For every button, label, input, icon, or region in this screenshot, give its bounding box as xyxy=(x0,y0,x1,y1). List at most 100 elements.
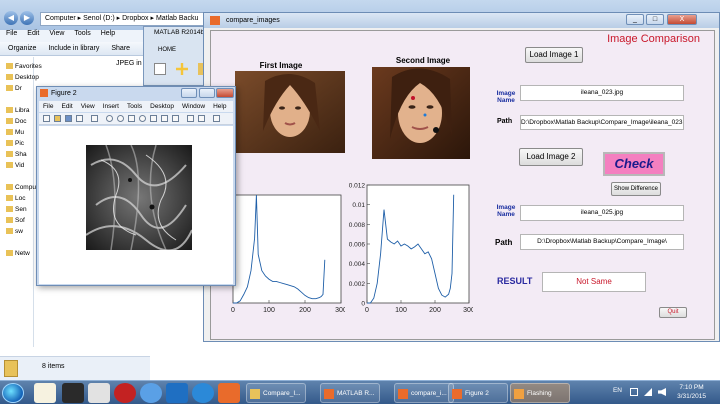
menu-file[interactable]: File xyxy=(43,101,53,112)
nav-item[interactable]: Libra xyxy=(6,107,29,114)
zoom-out-icon[interactable] xyxy=(117,115,124,122)
share-button[interactable]: Share xyxy=(111,42,130,55)
show-difference-button[interactable]: Show Difference xyxy=(611,182,661,196)
new-figure-icon[interactable] xyxy=(43,115,50,122)
x-tick-label: 300 xyxy=(463,307,473,314)
rotate-icon[interactable] xyxy=(139,115,146,122)
breadcrumb-0[interactable]: Computer xyxy=(45,15,76,22)
menu-view[interactable]: View xyxy=(81,101,95,112)
breadcrumb-3[interactable]: Matlab Backu xyxy=(156,15,198,22)
colorbar-icon[interactable] xyxy=(187,115,194,122)
legend-icon[interactable] xyxy=(198,115,205,122)
task-matlab[interactable]: MATLAB R... xyxy=(320,383,380,403)
minimize-button[interactable]: _ xyxy=(626,14,644,25)
acrobat-icon[interactable] xyxy=(114,383,136,403)
menu-insert[interactable]: Insert xyxy=(103,101,119,112)
close-button[interactable] xyxy=(216,88,234,98)
clock[interactable]: 7:10 PM 3/31/2015 xyxy=(677,383,706,401)
save-icon[interactable] xyxy=(65,115,72,122)
property-editor-icon[interactable] xyxy=(213,115,220,122)
print-icon[interactable] xyxy=(76,115,83,122)
new-icon[interactable] xyxy=(176,63,188,75)
check-button[interactable]: Check xyxy=(603,152,665,176)
include-in-library-button[interactable]: Include in library xyxy=(48,42,99,55)
maximize-button[interactable] xyxy=(199,88,215,98)
link-icon[interactable] xyxy=(172,115,179,122)
matlab-fig-icon xyxy=(452,389,462,399)
nav-item[interactable]: sw xyxy=(6,228,23,235)
pointer-icon[interactable] xyxy=(91,115,98,122)
maximize-button[interactable]: □ xyxy=(646,14,664,25)
breadcrumb-1[interactable]: Senol (D:) xyxy=(83,15,115,22)
nav-item[interactable]: Sen xyxy=(6,206,27,213)
nav-item[interactable]: Favorites xyxy=(6,63,42,70)
breadcrumb-2[interactable]: Dropbox xyxy=(122,15,148,22)
organize-button[interactable]: Organize xyxy=(8,42,36,55)
nav-item[interactable]: Compu xyxy=(6,184,36,191)
load-image-1-button[interactable]: Load Image 1 xyxy=(525,47,583,63)
film-icon[interactable] xyxy=(62,383,84,403)
new-script-icon[interactable] xyxy=(154,63,166,75)
image2-name-label: Image Name xyxy=(496,204,516,218)
nav-item[interactable]: Sof xyxy=(6,217,25,224)
menu-desktop[interactable]: Desktop xyxy=(150,101,174,112)
image1-path-field[interactable]: D:\Dropbox\Matlab Backup\Compare_Image\i… xyxy=(520,115,684,130)
volume-icon[interactable] xyxy=(658,388,666,396)
nav-item[interactable]: Desktop xyxy=(6,74,39,81)
tray-expand-icon[interactable] xyxy=(630,388,638,396)
nav-item[interactable]: Doc xyxy=(6,118,27,125)
media-player-icon[interactable] xyxy=(34,383,56,403)
nav-item[interactable]: Sha xyxy=(6,151,27,158)
histogram-second-image: 0 100 200 300 0 0.002 0.004 0.006 0.008 0.01 0.012 xyxy=(349,183,473,315)
ie-icon[interactable] xyxy=(192,383,214,403)
outlook-icon[interactable] xyxy=(166,383,188,403)
matlab-icon[interactable] xyxy=(218,383,240,403)
data-cursor-icon[interactable] xyxy=(150,115,157,122)
explorer-icon[interactable] xyxy=(88,383,110,403)
image2-name-field[interactable]: ileana_025.jpg xyxy=(520,205,684,221)
task-figure2[interactable]: Figure 2 xyxy=(448,383,508,403)
image2-path-field[interactable]: D:\Dropbox\Matlab Backup\Compare_Image\ xyxy=(520,234,684,250)
task-compare-gui[interactable]: compare_i... xyxy=(394,383,454,403)
figure2-title-bar[interactable]: Figure 2 xyxy=(37,87,235,100)
pan-icon[interactable] xyxy=(128,115,135,122)
menu-window[interactable]: Window xyxy=(182,101,205,112)
zoom-in-icon[interactable] xyxy=(106,115,113,122)
menu-tools[interactable]: Tools xyxy=(127,101,142,112)
tab-home[interactable]: HOME xyxy=(158,47,176,53)
menu-file[interactable]: File xyxy=(6,30,17,42)
network-signal-icon[interactable] xyxy=(644,388,652,396)
menu-help[interactable]: Help xyxy=(213,101,226,112)
nav-item[interactable]: Netw xyxy=(6,250,30,257)
nav-item[interactable]: Mu xyxy=(6,129,24,136)
quit-button[interactable]: Quit xyxy=(659,307,687,318)
y-tick-label: 0 xyxy=(361,301,365,308)
brush-icon[interactable] xyxy=(161,115,168,122)
menu-edit[interactable]: Edit xyxy=(61,101,72,112)
back-icon[interactable]: ◀ xyxy=(4,11,18,25)
nav-item[interactable]: Loc xyxy=(6,195,25,202)
folder-icon xyxy=(250,389,260,399)
language-indicator[interactable]: EN xyxy=(613,387,622,394)
menu-view[interactable]: View xyxy=(49,30,64,42)
gui-title-bar[interactable]: compare_images _ □ X xyxy=(204,13,719,28)
globe-icon[interactable] xyxy=(140,383,162,403)
address-bar[interactable]: Computer ▸ Senol (D:) ▸ Dropbox ▸ Matlab… xyxy=(40,12,212,26)
forward-icon[interactable]: ▶ xyxy=(20,11,34,25)
close-button[interactable]: X xyxy=(667,14,697,25)
task-compare-folder[interactable]: Compare_I... xyxy=(246,383,306,403)
menu-tools[interactable]: Tools xyxy=(74,30,90,42)
nav-item[interactable]: Vid xyxy=(6,162,24,169)
nav-item[interactable]: Pic xyxy=(6,140,24,147)
menu-help[interactable]: Help xyxy=(101,30,115,42)
load-image-2-button[interactable]: Load Image 2 xyxy=(519,148,583,166)
file-item-jpeg[interactable]: JPEG in xyxy=(116,60,142,67)
menu-edit[interactable]: Edit xyxy=(27,30,39,42)
open-icon[interactable] xyxy=(54,115,61,122)
start-button[interactable] xyxy=(2,383,24,403)
minimize-button[interactable] xyxy=(181,88,197,98)
image1-name-field[interactable]: ileana_023.jpg xyxy=(520,85,684,101)
task-flashing[interactable]: Flashing xyxy=(510,383,570,403)
nav-item[interactable]: Dr xyxy=(6,85,22,92)
figure2-window: Figure 2 File Edit View Insert Tools Des… xyxy=(36,86,236,286)
